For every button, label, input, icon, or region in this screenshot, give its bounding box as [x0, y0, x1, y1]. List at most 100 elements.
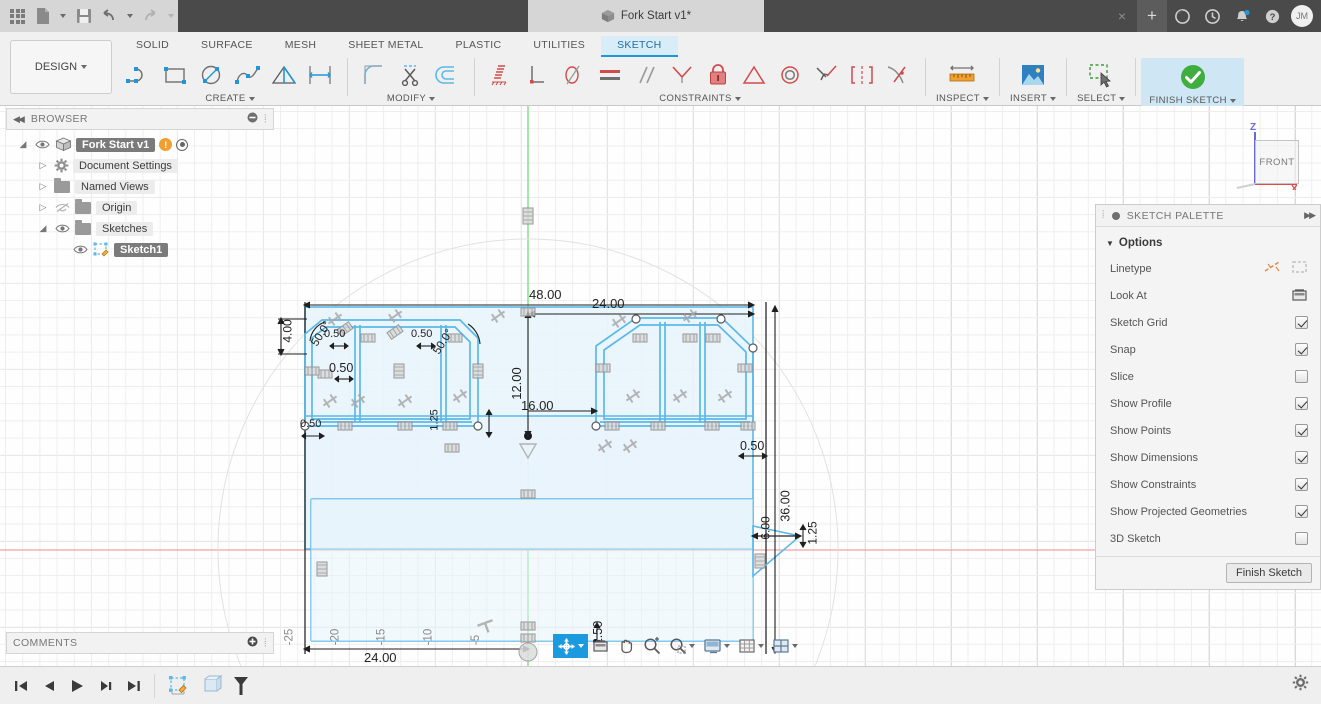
orbit-tool[interactable]: [553, 634, 588, 658]
dimension-36[interactable]: 36.00: [779, 490, 793, 521]
zoom-tool[interactable]: [639, 634, 665, 658]
tree-item-sketch1[interactable]: Sketch1: [10, 239, 274, 260]
finish-sketch-check-icon[interactable]: [1176, 61, 1210, 93]
comments-resize-handle[interactable]: ⦙: [264, 637, 267, 650]
visibility-eye-icon[interactable]: [34, 139, 51, 150]
group-create-label[interactable]: CREATE: [205, 93, 254, 104]
palette-resize-handle[interactable]: ⦙: [1102, 209, 1105, 222]
palette-row-show-projected[interactable]: Show Projected Geometries: [1096, 498, 1320, 525]
coincident-icon[interactable]: [665, 59, 699, 91]
tab-surface[interactable]: SURFACE: [185, 36, 269, 57]
display-settings-tool[interactable]: [699, 634, 734, 658]
construction-line-icon[interactable]: [1264, 260, 1281, 277]
insert-image-icon[interactable]: [1016, 59, 1050, 91]
undo-icon[interactable]: [98, 3, 121, 29]
comments-panel[interactable]: COMMENTS ⦙: [6, 632, 274, 654]
zoom-window-tool[interactable]: [665, 634, 699, 658]
palette-row-3d-sketch[interactable]: 3D Sketch: [1096, 525, 1320, 552]
expand-arrow-icon[interactable]: ▷: [36, 202, 50, 213]
dimension-48[interactable]: 48.00: [529, 287, 562, 302]
notifications-bell-icon[interactable]: [1227, 0, 1257, 32]
group-select-label[interactable]: SELECT: [1077, 93, 1125, 104]
sketch-grid-checkbox[interactable]: [1295, 316, 1308, 329]
viewports-dropdown-icon[interactable]: [792, 644, 798, 648]
symmetry-icon[interactable]: [737, 59, 771, 91]
visibility-eye-off-icon[interactable]: [54, 202, 71, 213]
extrude-feature-icon[interactable]: [197, 673, 227, 699]
palette-row-sketch-grid[interactable]: Sketch Grid: [1096, 309, 1320, 336]
dimension-050-d[interactable]: 0.50: [300, 418, 321, 430]
palette-row-slice[interactable]: Slice: [1096, 363, 1320, 390]
save-icon[interactable]: [72, 3, 95, 29]
step-back-icon[interactable]: [36, 673, 62, 699]
show-dimensions-checkbox[interactable]: [1295, 451, 1308, 464]
viewports-tool[interactable]: [768, 634, 802, 658]
collapse-left-icon[interactable]: ◀◀: [13, 114, 23, 125]
3d-sketch-checkbox[interactable]: [1295, 532, 1308, 545]
look-at-icon[interactable]: [1291, 287, 1308, 305]
tree-item-document-settings[interactable]: ▷ Document Settings: [10, 155, 274, 176]
tree-item-named-views[interactable]: ▷ Named Views: [10, 176, 274, 197]
midpoint-icon[interactable]: [845, 59, 879, 91]
tab-sketch[interactable]: SKETCH: [601, 36, 677, 57]
step-forward-icon[interactable]: [92, 673, 118, 699]
close-icon[interactable]: ×: [1107, 0, 1137, 32]
expand-arrow-icon[interactable]: ▷: [36, 160, 50, 171]
pan-tool[interactable]: [613, 634, 639, 658]
snap-checkbox[interactable]: [1295, 343, 1308, 356]
dimension-050-e[interactable]: 0.50: [740, 439, 764, 453]
display-settings-dropdown-icon[interactable]: [724, 644, 730, 648]
new-tab-button[interactable]: +: [1137, 0, 1167, 32]
collinear-icon[interactable]: [809, 59, 843, 91]
polygon-icon[interactable]: [267, 59, 301, 91]
workspace-switcher[interactable]: DESIGN: [10, 40, 112, 94]
palette-collapse-icon[interactable]: ▶▶: [1304, 210, 1314, 221]
dimension-050-b[interactable]: 0.50: [324, 328, 345, 340]
perpendicular-icon[interactable]: [521, 59, 555, 91]
visibility-eye-icon[interactable]: [54, 223, 71, 234]
select-window-icon[interactable]: [1084, 59, 1118, 91]
tree-item-sketches[interactable]: ◢ Sketches: [10, 218, 274, 239]
grid-snaps-dropdown-icon[interactable]: [758, 644, 764, 648]
curvature-icon[interactable]: [881, 59, 915, 91]
warning-badge-icon[interactable]: !: [159, 138, 172, 151]
line-icon[interactable]: [123, 59, 157, 91]
job-status-icon[interactable]: [1167, 0, 1197, 32]
palette-row-snap[interactable]: Snap: [1096, 336, 1320, 363]
circle-icon[interactable]: [195, 59, 229, 91]
palette-row-show-points[interactable]: Show Points: [1096, 417, 1320, 444]
look-at-tool[interactable]: [588, 634, 613, 658]
dimension-125-left[interactable]: 1.25: [429, 409, 441, 430]
dimension-125-right[interactable]: 1.25: [806, 521, 820, 544]
tree-item-origin[interactable]: ▷ Origin: [10, 197, 274, 218]
browser-minimize-icon[interactable]: [247, 112, 258, 126]
palette-row-show-profile[interactable]: Show Profile: [1096, 390, 1320, 417]
group-insert-label[interactable]: INSERT: [1010, 93, 1056, 104]
tab-sheet-metal[interactable]: SHEET METAL: [332, 36, 439, 57]
dimension-4[interactable]: 4.00: [281, 319, 295, 342]
dimension-16[interactable]: 16.00: [521, 398, 554, 413]
expand-arrow-icon[interactable]: ▷: [36, 181, 50, 192]
show-profile-checkbox[interactable]: [1295, 397, 1308, 410]
measure-icon[interactable]: [945, 59, 979, 91]
view-cube-front-face[interactable]: FRONT: [1255, 140, 1299, 184]
sketch-canvas[interactable]: 48.00 24.00 12.00 16.00 4.00 50.0° 50.0°…: [0, 106, 1321, 666]
group-finish-sketch[interactable]: FINISH SKETCH: [1141, 58, 1244, 106]
skip-to-end-icon[interactable]: [120, 673, 146, 699]
finish-sketch-button[interactable]: Finish Sketch: [1226, 563, 1312, 583]
dimension-6[interactable]: 6.00: [759, 516, 773, 539]
palette-row-show-dimensions[interactable]: Show Dimensions: [1096, 444, 1320, 471]
slice-checkbox[interactable]: [1295, 370, 1308, 383]
tangent-icon[interactable]: [557, 59, 591, 91]
expand-arrow-icon[interactable]: ◢: [16, 139, 30, 150]
concentric-icon[interactable]: [773, 59, 807, 91]
offset-icon[interactable]: [430, 59, 464, 91]
redo-icon[interactable]: [139, 3, 162, 29]
centerline-icon[interactable]: [1291, 260, 1308, 277]
sketch-feature-icon[interactable]: [163, 673, 195, 699]
show-constraints-checkbox[interactable]: [1295, 478, 1308, 491]
user-avatar[interactable]: JM: [1291, 5, 1313, 27]
palette-section-options[interactable]: ▼ Options: [1096, 233, 1320, 255]
comments-add-icon[interactable]: [247, 636, 258, 650]
dimension-050-a[interactable]: 0.50: [329, 361, 353, 375]
